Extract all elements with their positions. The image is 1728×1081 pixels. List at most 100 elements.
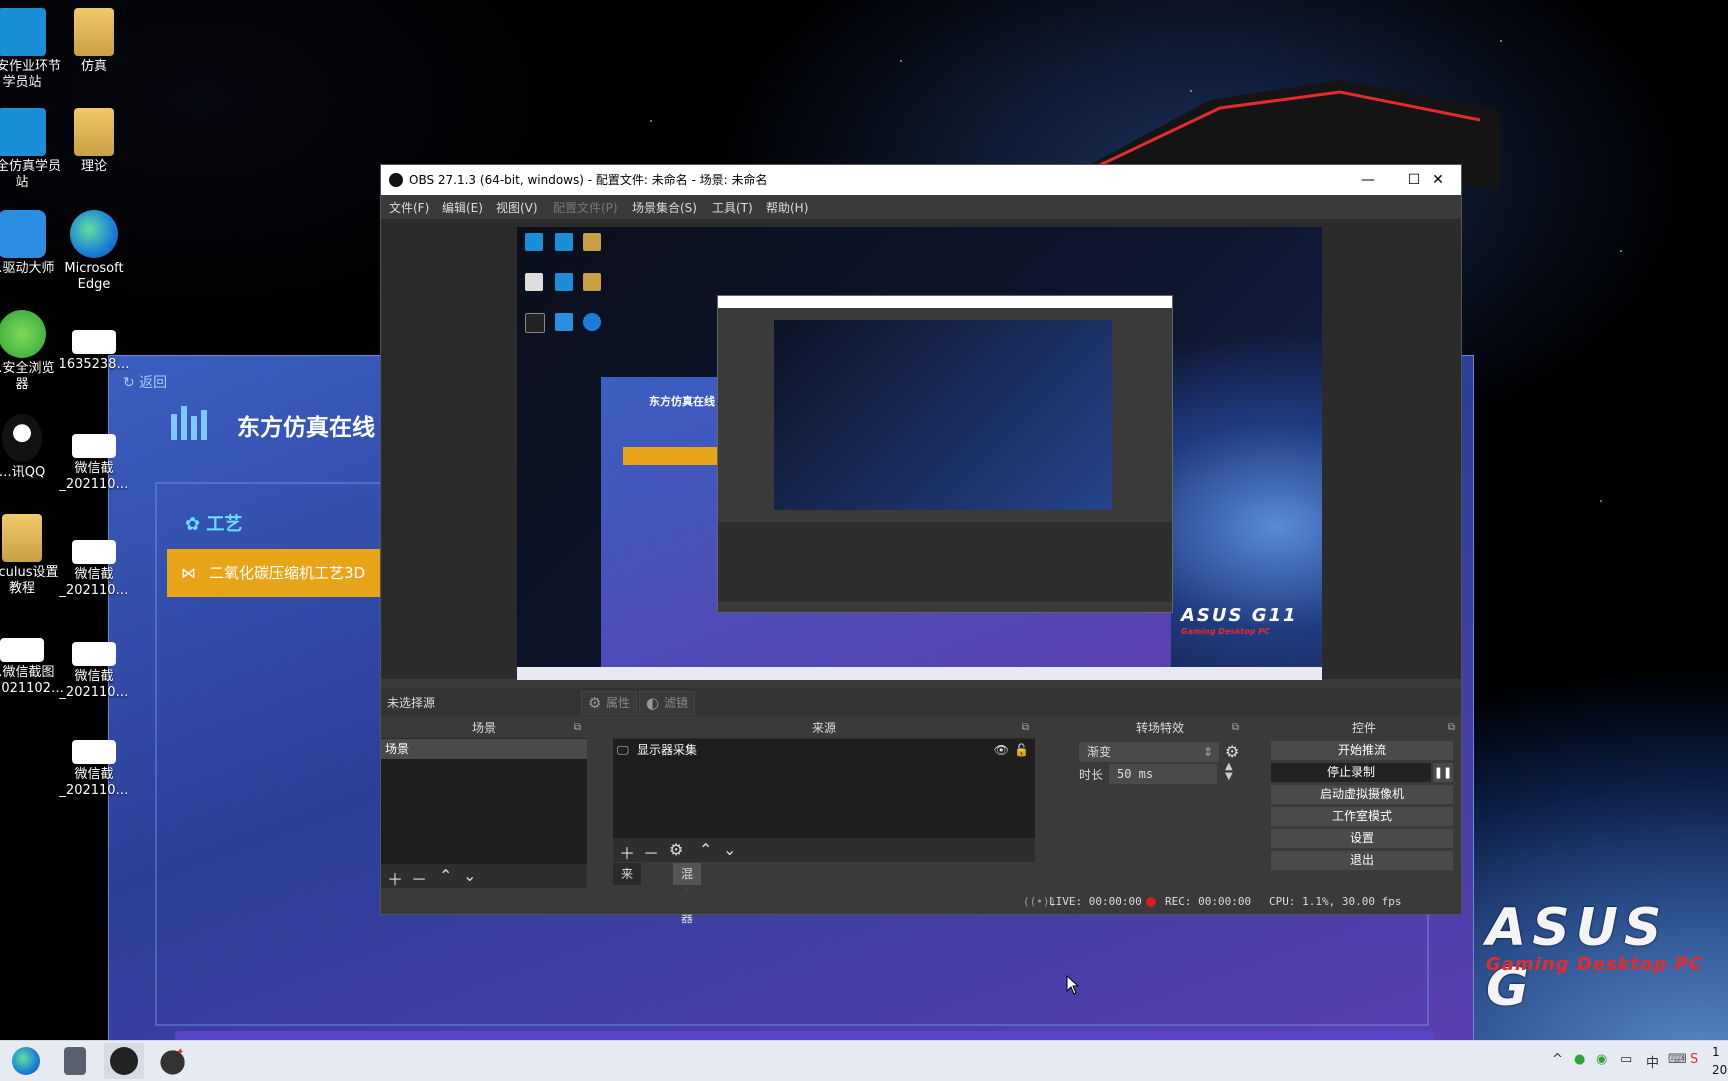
preview-nested-canvas bbox=[774, 320, 1112, 510]
icon-label-line: 微信截 bbox=[74, 461, 114, 476]
calculator-icon[interactable] bbox=[64, 1047, 86, 1075]
dock-float-icon[interactable]: ⧉ bbox=[574, 718, 581, 738]
tray-security-icon[interactable]: ◉ bbox=[1596, 1052, 1607, 1067]
transitions-dock: 转场特效 ⧉ 渐变 ⇕ ⚙ 时长 50 ms ▲ ▼ bbox=[1075, 718, 1245, 888]
eye-icon[interactable]: 👁 bbox=[994, 739, 1009, 761]
desktop-icon-screenshot-1[interactable]: 微信截 _202110… bbox=[50, 434, 138, 493]
taskbar-clock[interactable]: 1 202 bbox=[1712, 1043, 1728, 1079]
obs-status-bar: ((•)) LIVE: 00:00:00 REC: 00:00:00 CPU: … bbox=[381, 890, 1461, 914]
desktop-icon-screenshot-5[interactable]: 微信截 _202110… bbox=[50, 740, 138, 799]
obs-titlebar[interactable]: OBS 27.1.3 (64-bit, windows) - 配置文件: 未命名… bbox=[381, 165, 1461, 195]
menu-file[interactable]: 文件(F) bbox=[389, 199, 429, 216]
course-item-selected[interactable]: ⋈ 二氧化碳压缩机工艺3D bbox=[167, 549, 397, 597]
craft-section-text: 工艺 bbox=[206, 514, 243, 535]
course-item-icon: ⋈ bbox=[181, 564, 196, 582]
qq-penguin-icon bbox=[2, 414, 42, 462]
tray-ime-indicator[interactable]: 中 bbox=[1646, 1052, 1659, 1071]
preview-canvas[interactable]: 东方仿真在线 ASUS G11 Gaming Desktop PC bbox=[517, 227, 1322, 680]
desktop-icon-edge[interactable]: Microsoft Edge bbox=[50, 210, 138, 293]
desktop-icon-screenshot-2[interactable]: 微信截 _202110… bbox=[50, 540, 138, 599]
preview-desktop-icon bbox=[525, 233, 543, 251]
app-shortcut-icon bbox=[0, 108, 46, 156]
dock-float-icon[interactable]: ⧉ bbox=[1448, 718, 1455, 738]
icon-label-line: Microsoft bbox=[64, 261, 124, 276]
desktop-icon-image-file[interactable]: 1635238… bbox=[50, 330, 138, 373]
menu-scene-collection[interactable]: 场景集合(S) bbox=[632, 199, 697, 216]
sources-dock-title: 来源 bbox=[811, 721, 836, 735]
menu-tools[interactable]: 工具(T) bbox=[712, 199, 753, 216]
clock-time: 1 bbox=[1712, 1045, 1720, 1059]
bomb-app-icon[interactable]: ✦ bbox=[160, 1047, 188, 1075]
move-down-icon[interactable]: ⌄ bbox=[463, 866, 476, 885]
edge-icon bbox=[70, 210, 118, 258]
clock-date: 202 bbox=[1712, 1063, 1728, 1077]
tray-sogou-icon[interactable]: S bbox=[1690, 1052, 1698, 1067]
tray-expand-icon[interactable]: ^ bbox=[1552, 1052, 1563, 1067]
scene-item[interactable]: 场景 bbox=[381, 739, 587, 759]
settings-button[interactable]: 设置 bbox=[1271, 829, 1453, 848]
preview-desktop-icon bbox=[583, 273, 601, 291]
source-item[interactable]: 🖵 显示器采集 👁 🔓 bbox=[613, 739, 1035, 761]
transition-select-value: 渐变 bbox=[1087, 745, 1112, 759]
exit-button[interactable]: 退出 bbox=[1271, 851, 1453, 870]
tab-mixer[interactable]: 混音器 bbox=[673, 863, 702, 925]
move-up-icon[interactable]: ⌃ bbox=[439, 866, 452, 885]
no-source-label: 未选择源 bbox=[387, 696, 436, 710]
transition-gear-icon[interactable]: ⚙ bbox=[1225, 742, 1239, 761]
studio-mode-button[interactable]: 工作室模式 bbox=[1271, 807, 1453, 826]
source-item-label: 显示器采集 bbox=[637, 743, 698, 757]
obs-icon[interactable] bbox=[110, 1047, 138, 1075]
menu-help[interactable]: 帮助(H) bbox=[766, 199, 808, 216]
close-button[interactable]: ✕ bbox=[1415, 165, 1461, 195]
scenes-dock: 场景 ⧉ 场景 ＋ － ⌃ ⌄ bbox=[381, 718, 587, 890]
lock-icon[interactable]: 🔓 bbox=[1014, 739, 1029, 761]
move-up-icon[interactable]: ⌃ bbox=[699, 840, 712, 859]
back-button[interactable]: ↻ 返回 bbox=[123, 372, 167, 392]
tray-app-icon[interactable]: ● bbox=[1574, 1052, 1585, 1067]
preview-desktop-icon bbox=[555, 313, 573, 331]
tray-network-icon[interactable]: ▭ bbox=[1620, 1052, 1632, 1067]
duration-spinbox[interactable]: 50 ms bbox=[1109, 764, 1217, 784]
menu-edit[interactable]: 编辑(E) bbox=[442, 199, 483, 216]
gear-icon: ⚙ bbox=[588, 694, 602, 712]
icon-label-line: 理论 bbox=[80, 159, 107, 174]
app-shortcut-icon bbox=[0, 8, 46, 56]
source-settings-icon[interactable]: ⚙ bbox=[669, 840, 683, 859]
move-down-icon[interactable]: ⌄ bbox=[723, 840, 736, 859]
add-source-icon[interactable]: ＋ bbox=[619, 840, 635, 864]
preview-brand: ASUS G11 bbox=[1181, 605, 1298, 626]
properties-button[interactable]: ⚙ 属性 bbox=[581, 691, 638, 715]
scenes-dock-header: 场景 ⧉ bbox=[381, 718, 587, 738]
controls-dock-header: 控件 ⧉ bbox=[1267, 718, 1461, 738]
tray-keyboard-icon[interactable]: ⌨ bbox=[1668, 1052, 1687, 1067]
menu-view[interactable]: 视图(V) bbox=[496, 199, 538, 216]
obs-logo-icon bbox=[389, 173, 403, 187]
edge-icon[interactable] bbox=[12, 1047, 40, 1075]
start-virtual-camera-button[interactable]: 启动虚拟摄像机 bbox=[1271, 785, 1453, 804]
live-timer: LIVE: 00:00:00 bbox=[1049, 895, 1142, 908]
monitor-icon: 🖵 bbox=[617, 743, 629, 757]
icon-label-line: 微信截 bbox=[74, 669, 114, 684]
start-streaming-button[interactable]: 开始推流 bbox=[1271, 741, 1453, 760]
icon-label-line: 微信截 bbox=[74, 767, 114, 782]
transition-select[interactable]: 渐变 ⇕ bbox=[1079, 742, 1219, 762]
spin-arrows-icon[interactable]: ▲ ▼ bbox=[1225, 762, 1233, 782]
preview-desktop-icon bbox=[583, 233, 601, 251]
desktop-icon-fangzhen[interactable]: 仿真 bbox=[50, 8, 138, 75]
icon-label-line: 微信截 bbox=[74, 567, 114, 582]
dock-float-icon[interactable]: ⧉ bbox=[1022, 718, 1029, 738]
dock-float-icon[interactable]: ⧉ bbox=[1232, 718, 1239, 738]
desktop-icon-lilun[interactable]: 理论 bbox=[50, 108, 138, 175]
remove-source-icon[interactable]: － bbox=[643, 840, 659, 864]
add-scene-icon[interactable]: ＋ bbox=[387, 866, 403, 890]
pause-recording-icon[interactable]: ❚❚ bbox=[1433, 763, 1453, 782]
icon-label-line: _202110… bbox=[59, 583, 129, 598]
tab-sources[interactable]: 来源 bbox=[613, 863, 642, 903]
remove-scene-icon[interactable]: － bbox=[411, 866, 427, 890]
desktop-icon-screenshot-4[interactable]: 微信截 _202110… bbox=[50, 642, 138, 701]
stop-recording-button[interactable]: 停止录制 bbox=[1271, 763, 1431, 782]
filters-button[interactable]: ◐ 滤镜 bbox=[639, 691, 696, 715]
filter-icon: ◐ bbox=[646, 694, 660, 712]
minimize-button[interactable]: — bbox=[1345, 165, 1391, 195]
menu-profile[interactable]: 配置文件(P) bbox=[553, 199, 618, 216]
